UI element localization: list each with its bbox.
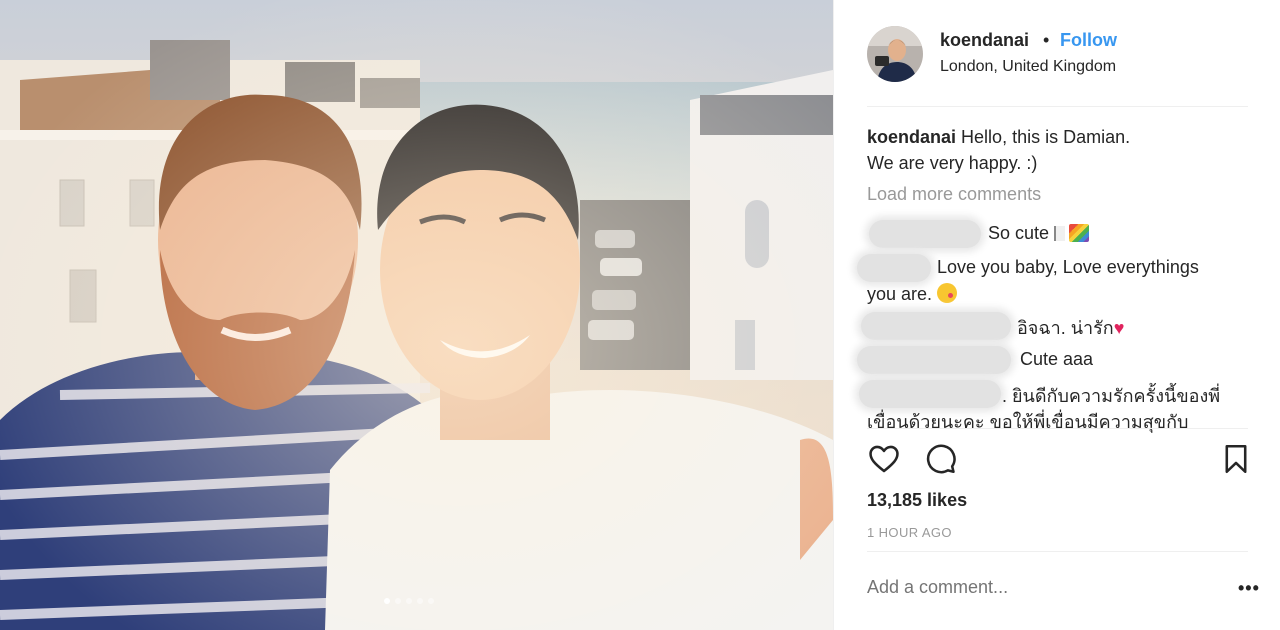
divider (867, 106, 1248, 107)
instagram-post: koendanai • Follow London, United Kingdo… (0, 0, 1280, 630)
selfie-photo-illustration (0, 0, 833, 630)
post-sidebar: koendanai • Follow London, United Kingdo… (833, 0, 1280, 630)
comment-1: So cute (988, 223, 1090, 244)
rainbow-icon (1069, 224, 1090, 242)
blurred-username (869, 220, 981, 248)
carousel-dot-active (384, 598, 390, 604)
comment-text: อิจฉา. น่ารัก (1017, 318, 1114, 338)
post-header: koendanai • Follow London, United Kingdo… (834, 0, 1280, 107)
divider (867, 551, 1248, 552)
username-link[interactable]: koendanai (940, 30, 1029, 51)
comment-icon[interactable] (923, 442, 957, 481)
comment-5-line-2: เขื่อนด้วยนะคะ ขอให้พี่เขื่อนมีความสุขกั… (867, 412, 1189, 432)
heart-icon[interactable] (867, 442, 901, 481)
divider (867, 428, 1248, 429)
caption-line-1: koendanai Hello, this is Damian. (867, 124, 1130, 150)
white-flag-icon (1054, 226, 1066, 241)
blurred-username (857, 254, 931, 282)
comment-5-line-1: . ยินดีกับความรักครั้งนี้ของพี่ (1002, 386, 1221, 406)
action-bar (867, 442, 1252, 478)
location-link[interactable]: London, United Kingdom (940, 58, 1116, 76)
blurred-username (857, 346, 1011, 374)
carousel-indicator (384, 598, 434, 604)
comment-3: อิจฉา. น่ารัก♥ (1017, 313, 1124, 342)
caption-username[interactable]: koendanai (867, 127, 956, 147)
likes-count[interactable]: 13,185 likes (867, 490, 967, 511)
avatar-image (867, 26, 923, 82)
caption-text: Hello, this is Damian. (961, 127, 1131, 147)
avatar[interactable] (867, 26, 923, 82)
comment-4: Cute aaa (1020, 349, 1094, 369)
carousel-dot (406, 598, 412, 604)
red-heart-icon: ♥ (1113, 318, 1125, 338)
more-options-icon[interactable]: ••• (1238, 578, 1260, 599)
bookmark-icon[interactable] (1219, 442, 1253, 481)
comment-2-line-1: Love you baby, Love everythings (937, 257, 1199, 277)
add-comment-input[interactable] (867, 577, 1187, 598)
blurred-username (859, 380, 1001, 408)
carousel-dot (428, 598, 434, 604)
caption-line-2: We are very happy. :) (867, 153, 1038, 173)
comment-2-line-2: you are. (867, 283, 958, 305)
post-timestamp[interactable]: 1 HOUR AGO (867, 525, 952, 540)
comment-text: So cute (988, 223, 1050, 243)
carousel-dot (417, 598, 423, 604)
post-photo[interactable] (0, 0, 833, 630)
carousel-dot (395, 598, 401, 604)
separator-dot: • (1043, 30, 1050, 50)
follow-button[interactable]: Follow (1060, 30, 1117, 51)
comment-text: you are. (867, 284, 933, 304)
kiss-emoji-icon (937, 283, 958, 303)
load-more-comments-button[interactable]: Load more comments (867, 184, 1041, 205)
blurred-username (861, 312, 1011, 340)
